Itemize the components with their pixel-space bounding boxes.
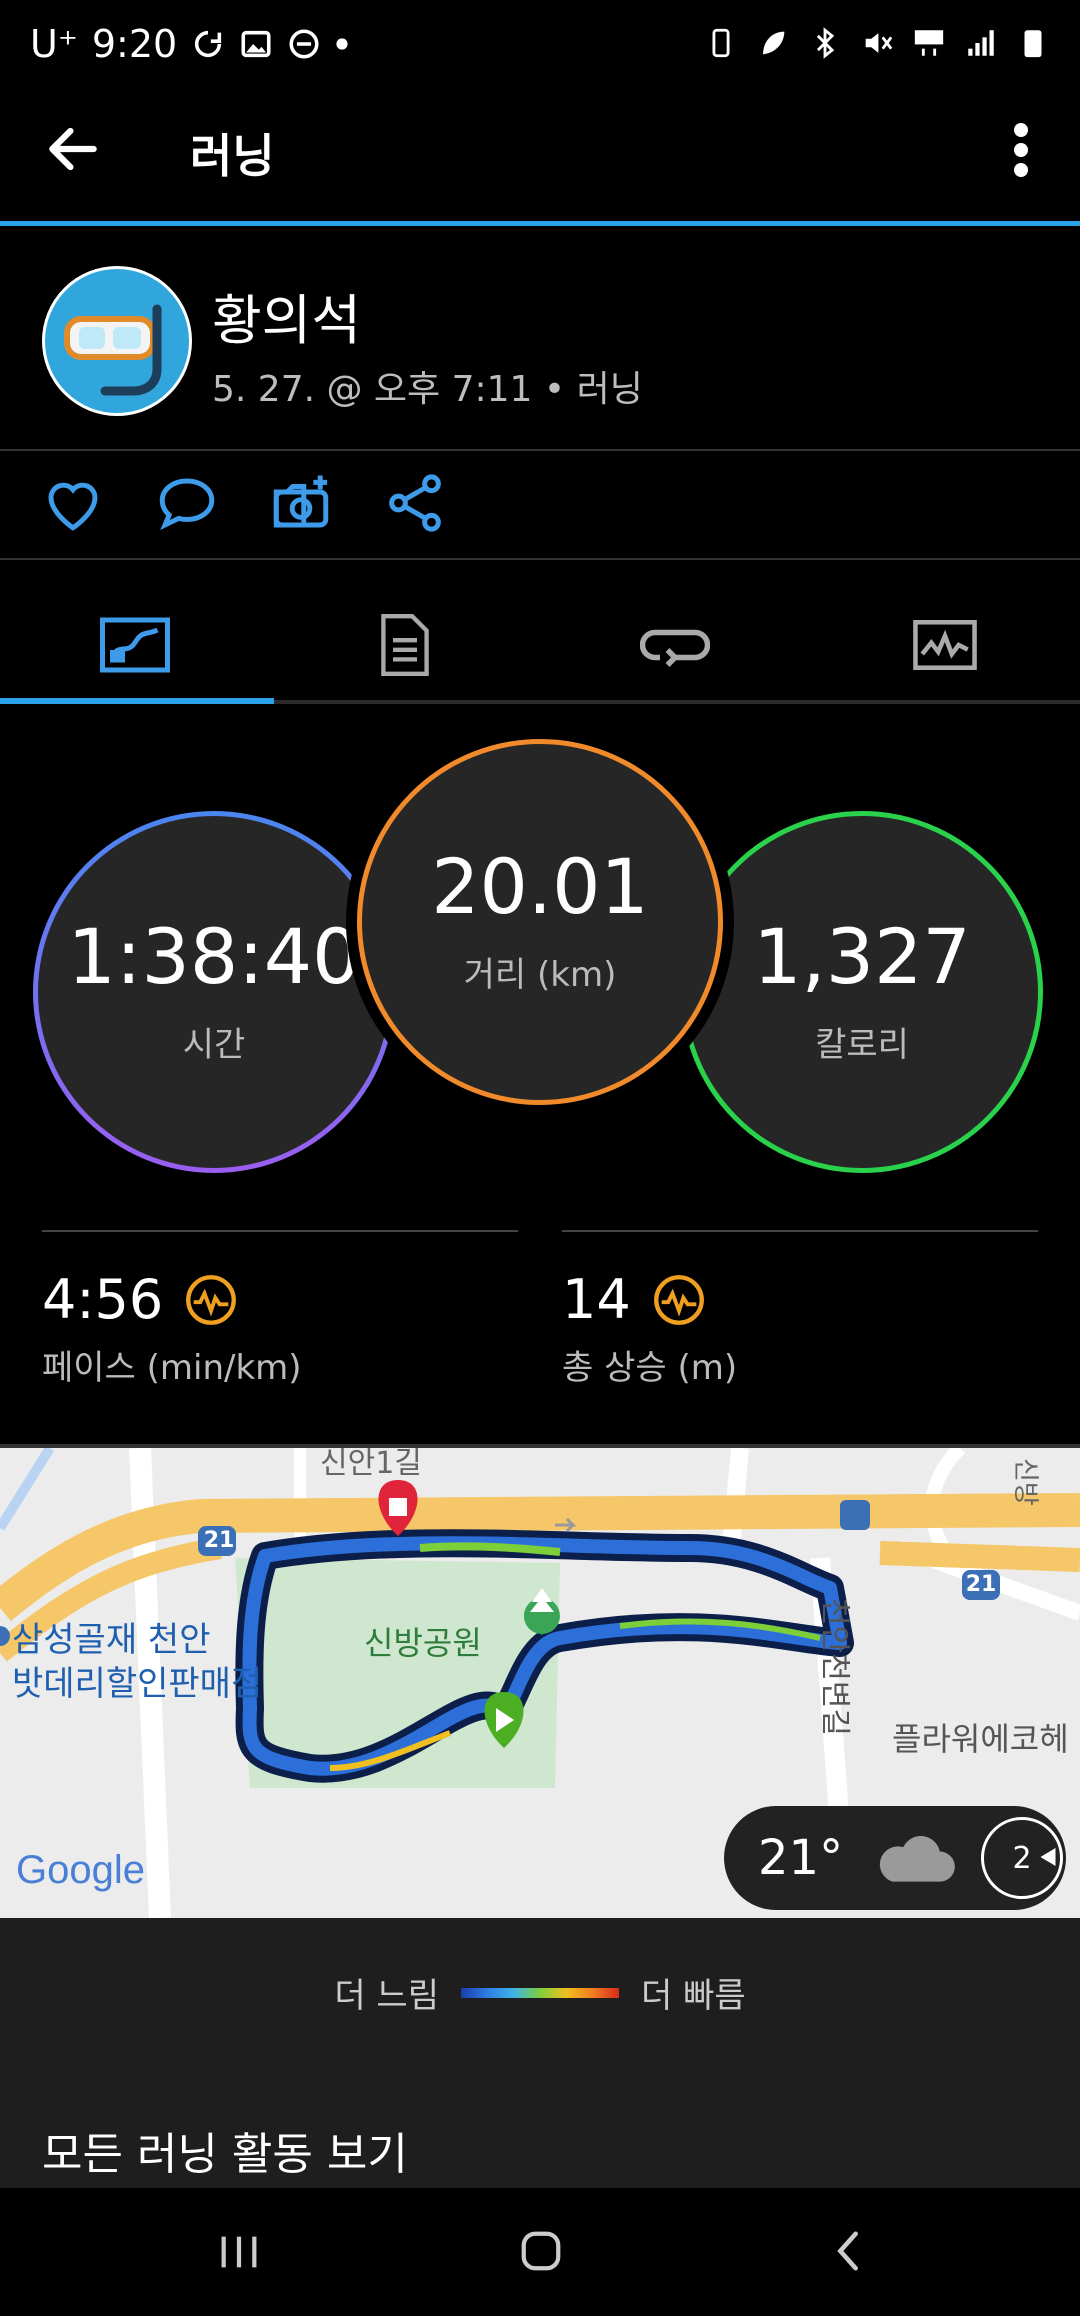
add-photo-icon[interactable]	[268, 470, 334, 536]
dot-icon	[336, 38, 348, 50]
distance-label: 거리 (km)	[463, 954, 617, 995]
slow-label: 더 느림	[334, 1976, 439, 2016]
view-all-runs-link[interactable]: 모든 러닝 활동 보기	[42, 2118, 408, 2182]
chart-icon	[913, 620, 977, 670]
park-label: 신방공원	[364, 1624, 482, 1662]
tab-overview[interactable]	[0, 600, 270, 690]
social-actions	[40, 470, 448, 536]
road-number-badge: 21	[203, 1528, 235, 1553]
place-label: 플라워에코헤	[892, 1720, 1069, 1758]
time-value: 1:38:40	[67, 911, 361, 1001]
wind-direction-icon	[1040, 1848, 1056, 1866]
tab-laps[interactable]	[540, 600, 810, 690]
performance-wave-icon	[186, 1274, 237, 1325]
more-options-icon[interactable]	[1004, 120, 1038, 180]
pace-stat[interactable]: 4:56	[42, 1268, 237, 1331]
street-label: 천안천변길	[817, 1598, 852, 1736]
pace-legend: 더 느림 더 빠름	[0, 1968, 1080, 2017]
laps-icon	[640, 629, 710, 667]
app-bar	[0, 100, 1080, 224]
distance-value: 20.01	[431, 841, 649, 931]
ascent-label: 총 상승 (m)	[562, 1348, 738, 1388]
bluetooth-icon	[816, 27, 835, 59]
calories-metric-circle: 1,327 칼로리	[681, 811, 1043, 1173]
tab-charts[interactable]	[810, 600, 1080, 690]
gallery-icon	[241, 30, 271, 58]
fast-label: 더 빠름	[641, 1976, 746, 2016]
weather-pill[interactable]: 21° 2	[724, 1806, 1066, 1910]
road-number-badge: 21	[965, 1572, 997, 1597]
mute-icon	[865, 33, 893, 53]
store-label-line2: 밧데리할인판매점	[12, 1664, 263, 1704]
distance-metric-circle: 20.01 거리 (km)	[357, 739, 723, 1105]
status-bar: U⁺ 9:20	[0, 0, 1080, 100]
5g-icon	[914, 30, 944, 56]
map-street-label: 신안1길	[320, 1448, 422, 1481]
comment-icon[interactable]	[154, 470, 220, 536]
pace-gradient	[461, 1987, 619, 1998]
bus-stop-icon	[844, 1502, 866, 1524]
header-divider	[0, 221, 1080, 226]
wind-indicator: 2	[981, 1817, 1064, 1899]
wind-speed: 2	[1012, 1840, 1032, 1876]
share-icon[interactable]	[382, 470, 448, 536]
divider	[0, 449, 1080, 451]
calories-label: 칼로리	[815, 1024, 909, 1065]
time-label: 시간	[182, 1024, 246, 1065]
dnd-icon	[289, 29, 319, 59]
google-logo: Google	[16, 1848, 145, 1892]
ascent-stat[interactable]: 14	[562, 1268, 705, 1331]
cloud-icon	[879, 1835, 955, 1882]
divider	[0, 558, 1080, 560]
battery-saver-icon	[712, 28, 730, 58]
ascent-value: 14	[562, 1268, 631, 1331]
carrier-label: U⁺	[30, 22, 78, 66]
home-icon[interactable]	[518, 2228, 564, 2274]
tab-stats[interactable]	[270, 600, 540, 690]
sync-icon	[195, 30, 222, 58]
activity-meta: 5. 27. @ 오후 7:11 • 러닝	[212, 369, 643, 410]
tab-active-indicator	[0, 698, 274, 704]
street-label: 신방	[1010, 1458, 1040, 1506]
document-icon	[381, 614, 429, 676]
user-name[interactable]: 황의석	[212, 276, 361, 355]
time-metric-circle: 1:38:40 시간	[33, 811, 395, 1173]
overview-map-icon	[100, 617, 170, 673]
leaf-icon	[763, 31, 785, 55]
page-title: 러닝	[190, 129, 275, 183]
back-nav-icon[interactable]	[828, 2228, 868, 2274]
stat-divider	[42, 1230, 518, 1232]
avatar[interactable]	[42, 266, 192, 416]
back-arrow-icon[interactable]	[42, 118, 104, 180]
snorkel-mask-icon	[64, 304, 162, 396]
clock: 9:20	[91, 22, 178, 66]
recent-apps-icon[interactable]	[216, 2232, 262, 2272]
temperature: 21°	[758, 1830, 844, 1886]
calories-value: 1,327	[753, 911, 971, 1001]
store-label: 삼성골재 천안 밧데리할인판매점	[12, 1618, 262, 1706]
stat-divider	[562, 1230, 1038, 1232]
performance-wave-icon	[653, 1274, 704, 1325]
pace-label: 페이스 (min/km)	[42, 1348, 302, 1388]
like-heart-icon[interactable]	[40, 470, 106, 536]
store-label-line1: 삼성골재 천안	[12, 1620, 211, 1660]
pace-value: 4:56	[42, 1268, 164, 1331]
battery-icon	[1024, 30, 1042, 58]
signal-icon	[968, 30, 994, 56]
